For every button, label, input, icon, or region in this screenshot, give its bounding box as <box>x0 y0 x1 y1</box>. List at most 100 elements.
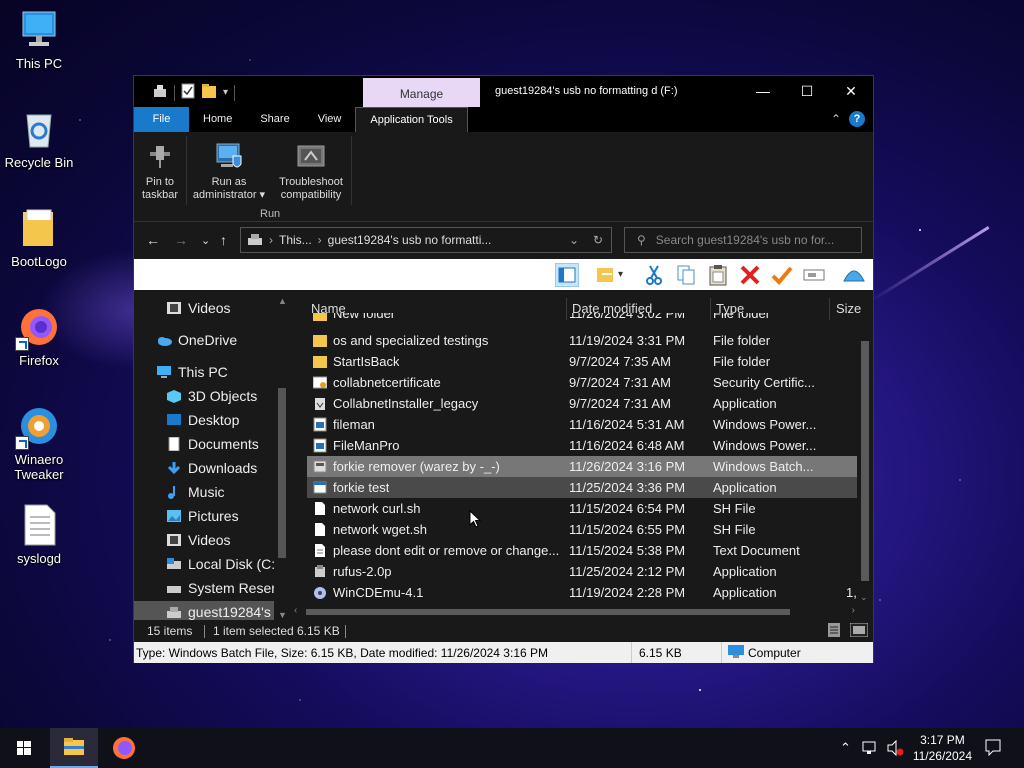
details-view-icon[interactable] <box>828 623 840 640</box>
taskbar-clock[interactable]: 3:17 PM 11/26/2024 <box>913 732 972 764</box>
customize-qat-icon[interactable]: ▾ <box>223 87 228 98</box>
table-row[interactable]: forkie test 11/25/2024 3:36 PM Applicati… <box>307 477 859 498</box>
taskbar-firefox[interactable] <box>100 728 148 768</box>
file-type: Windows Power... <box>713 438 817 453</box>
table-row[interactable]: FileManPro 11/16/2024 6:48 AM Windows Po… <box>307 435 859 456</box>
close-button[interactable]: ✕ <box>829 76 873 106</box>
troubleshoot-compatibility-button[interactable]: Troubleshoot compatibility <box>271 132 351 221</box>
horizontal-scroll-thumb[interactable] <box>306 609 790 615</box>
copy-icon[interactable] <box>674 263 698 287</box>
network-icon[interactable] <box>862 740 880 759</box>
delete-icon[interactable] <box>738 263 762 287</box>
new-folder-icon[interactable] <box>201 83 217 102</box>
desktop-icon-winaero-tweaker[interactable]: Winaero Tweaker <box>1 404 77 482</box>
title-bar[interactable]: ▾ Manage guest19284's usb no formatting … <box>134 76 873 108</box>
preview-pane-icon[interactable] <box>555 263 579 287</box>
notification-icon[interactable] <box>984 738 1002 759</box>
table-row[interactable]: os and specialized testings 11/19/2024 3… <box>307 330 859 351</box>
start-button[interactable] <box>0 728 48 768</box>
cut-icon[interactable] <box>642 263 666 287</box>
file-list-vertical-scrollbar[interactable]: ⌄ <box>857 321 873 603</box>
tab-home[interactable]: Home <box>189 107 246 132</box>
file-name: New folder <box>333 313 396 321</box>
scroll-right-icon[interactable]: › <box>852 605 855 616</box>
table-row[interactable]: CollabnetInstaller_legacy 9/7/2024 7:31 … <box>307 393 859 414</box>
nav-item-this-pc[interactable]: This PC <box>156 361 228 383</box>
address-bar[interactable]: › This... › guest19284's usb no formatti… <box>240 227 612 253</box>
nav-scrollbar[interactable]: ▲ ▼ <box>274 296 290 620</box>
file-list-horizontal-scrollbar[interactable]: ‹ › <box>292 604 857 620</box>
nav-item-pictures[interactable]: Pictures <box>166 505 239 527</box>
tab-share[interactable]: Share <box>246 107 303 132</box>
shell-icon[interactable] <box>842 263 866 287</box>
file-type: Windows Batch... <box>713 459 814 474</box>
scroll-up-icon[interactable]: ▲ <box>278 296 287 306</box>
refresh-icon[interactable]: ↻ <box>593 233 603 247</box>
checkmark-icon[interactable] <box>770 263 794 287</box>
tab-manage[interactable]: Manage <box>363 78 480 108</box>
breadcrumb-this-pc[interactable]: This... <box>279 233 312 247</box>
properties-icon[interactable] <box>181 83 195 102</box>
nav-item-usb-drive[interactable]: guest19284's u <box>134 601 283 620</box>
file-explorer-window: ▾ Manage guest19284's usb no formatting … <box>133 75 874 663</box>
status-divider <box>721 642 722 663</box>
table-row-selected[interactable]: forkie remover (warez by -_-) 11/26/2024… <box>307 456 859 477</box>
videos-icon <box>166 299 182 314</box>
breadcrumb-usb-drive[interactable]: guest19284's usb no formatti... <box>328 233 492 247</box>
maximize-button[interactable]: ☐ <box>785 76 829 106</box>
table-row[interactable]: network curl.sh 11/15/2024 6:54 PM SH Fi… <box>307 498 859 519</box>
desktop-icon-bootlogo[interactable]: BootLogo <box>1 206 77 269</box>
table-row[interactable]: fileman 11/16/2024 5:31 AM Windows Power… <box>307 414 859 435</box>
scroll-left-icon[interactable]: ‹ <box>294 605 297 616</box>
table-row[interactable]: network wget.sh 11/15/2024 6:55 PM SH Fi… <box>307 519 859 540</box>
back-button[interactable]: ← <box>146 232 160 248</box>
search-input[interactable]: ⚲ Search guest19284's usb no for... <box>624 227 862 253</box>
nav-item-system-reserved[interactable]: System Reserv <box>166 577 283 599</box>
volume-muted-icon[interactable] <box>886 739 904 759</box>
nav-item-videos-top[interactable]: Videos <box>166 297 231 319</box>
tab-file[interactable]: File <box>134 107 189 132</box>
nav-scroll-thumb[interactable] <box>278 388 286 558</box>
desktop-icon-firefox[interactable]: Firefox <box>1 305 77 368</box>
run-as-administrator-button[interactable]: Run as administrator ▾ <box>187 132 271 221</box>
tab-view[interactable]: View <box>304 107 356 132</box>
minimize-button[interactable]: — <box>741 76 785 106</box>
drive-icon <box>166 579 182 593</box>
nav-item-onedrive[interactable]: OneDrive <box>156 329 237 351</box>
taskbar-file-explorer[interactable] <box>50 728 98 768</box>
large-icons-view-icon[interactable] <box>849 622 869 640</box>
show-hidden-icons-icon[interactable]: ⌃ <box>840 740 851 756</box>
table-row[interactable]: WinCDEmu-4.1 11/19/2024 2:28 PM Applicat… <box>307 582 859 603</box>
recent-locations-chevron-icon[interactable]: ⌄ <box>201 234 210 247</box>
table-row[interactable]: collabnetcertificate 9/7/2024 7:31 AM Se… <box>307 372 859 393</box>
nav-item-videos[interactable]: Videos <box>166 529 231 551</box>
scroll-down-icon[interactable]: ⌄ <box>860 592 868 603</box>
address-dropdown-icon[interactable]: ⌄ <box>569 233 579 247</box>
table-row[interactable]: StartIsBack 9/7/2024 7:35 AM File folder <box>307 351 859 372</box>
help-icon[interactable]: ? <box>849 111 865 127</box>
forward-button[interactable]: → <box>174 232 188 248</box>
nav-item-documents[interactable]: Documents <box>166 433 259 455</box>
nav-item-downloads[interactable]: Downloads <box>166 457 257 479</box>
up-button[interactable]: ↑ <box>220 232 227 248</box>
vertical-scroll-thumb[interactable] <box>861 341 869 581</box>
pin-to-taskbar-button[interactable]: Pin to taskbar <box>134 132 186 221</box>
nav-item-3d-objects[interactable]: 3D Objects <box>166 385 257 407</box>
paste-icon[interactable] <box>706 263 730 287</box>
app-icon[interactable] <box>152 83 168 102</box>
table-row[interactable]: New folder 11/26/2024 3:02 PM File folde… <box>307 313 859 323</box>
collapse-ribbon-icon[interactable]: ⌃ <box>831 112 841 126</box>
tab-application-tools[interactable]: Application Tools <box>355 107 468 132</box>
nav-item-desktop[interactable]: Desktop <box>166 409 239 431</box>
desktop-icon-recycle-bin[interactable]: Recycle Bin <box>1 107 77 170</box>
nav-item-local-disk[interactable]: Local Disk (C:) <box>166 553 280 575</box>
table-row[interactable]: rufus-2.0p 11/25/2024 2:12 PM Applicatio… <box>307 561 859 582</box>
table-row[interactable]: please dont edit or remove or change... … <box>307 540 859 561</box>
nav-item-music[interactable]: Music <box>166 481 225 503</box>
scroll-down-icon[interactable]: ▼ <box>278 610 287 620</box>
desktop-icon-this-pc[interactable]: This PC <box>1 8 77 71</box>
desktop-icon-syslogd[interactable]: syslogd <box>1 503 77 566</box>
rename-icon[interactable] <box>802 263 826 287</box>
folder-options-icon[interactable] <box>594 263 618 287</box>
dropdown-arrow-icon[interactable]: ▾ <box>618 263 632 287</box>
